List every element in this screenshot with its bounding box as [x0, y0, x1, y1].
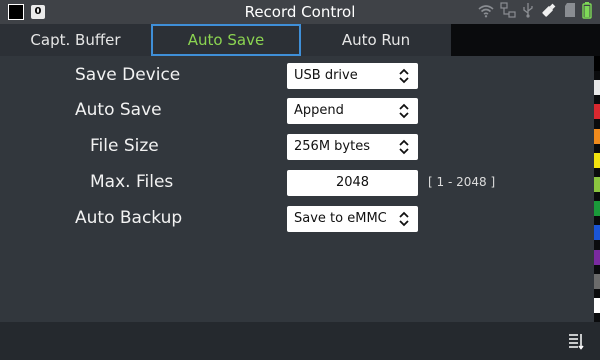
max-files-row: Max. Files 2048 [ 1 - 2048 ]	[0, 170, 594, 200]
up-down-chevron-icon	[399, 68, 409, 84]
settings-panel: Save Device USB drive Auto Save Append F…	[0, 56, 594, 322]
channel-color-swatch[interactable]	[594, 152, 600, 168]
channel-color-swatch[interactable]	[594, 128, 600, 144]
tab-auto-run[interactable]: Auto Run	[301, 24, 451, 56]
auto-backup-select[interactable]: Save to eMMC	[287, 206, 418, 232]
battery-icon	[582, 1, 592, 23]
sd-card-icon	[564, 2, 576, 22]
save-device-value: USB drive	[294, 68, 358, 83]
channel-color-swatch[interactable]	[594, 273, 600, 289]
channel-color-strip	[594, 56, 600, 322]
auto-save-row: Auto Save Append	[0, 98, 594, 128]
auto-backup-label: Auto Backup	[75, 208, 183, 228]
channel-color-swatch[interactable]	[594, 177, 600, 192]
file-size-label: File Size	[90, 136, 159, 156]
save-device-label: Save Device	[75, 65, 181, 85]
max-files-label: Max. Files	[90, 172, 174, 192]
auto-save-label: Auto Save	[75, 100, 162, 120]
tab-capt-buffer[interactable]: Capt. Buffer	[0, 24, 151, 56]
auto-save-select[interactable]: Append	[287, 98, 418, 124]
up-down-chevron-icon	[399, 211, 409, 227]
auto-backup-value: Save to eMMC	[294, 211, 387, 226]
auto-backup-row: Auto Backup Save to eMMC	[0, 206, 594, 236]
channel-color-swatch[interactable]	[594, 298, 600, 313]
network-icon	[500, 2, 516, 22]
save-device-row: Save Device USB drive	[0, 63, 594, 93]
tab-auto-save[interactable]: Auto Save	[151, 24, 301, 56]
bottom-bar	[0, 322, 600, 360]
auto-save-value: Append	[294, 103, 344, 118]
channel-color-swatch[interactable]	[594, 249, 600, 265]
up-down-chevron-icon	[399, 139, 409, 155]
file-size-row: File Size 256M bytes	[0, 134, 594, 164]
up-down-chevron-icon	[399, 103, 409, 119]
channel-color-swatch[interactable]	[594, 56, 600, 71]
max-files-range: [ 1 - 2048 ]	[428, 175, 496, 189]
file-size-value: 256M bytes	[294, 139, 370, 154]
wifi-icon	[478, 3, 494, 22]
menu-list-icon[interactable]	[568, 332, 584, 350]
channel-color-swatch[interactable]	[594, 201, 600, 217]
channel-color-swatch[interactable]	[594, 225, 600, 241]
channel-color-swatch[interactable]	[594, 104, 600, 120]
file-size-select[interactable]: 256M bytes	[287, 134, 418, 160]
title-bar: 0 Record Control	[0, 0, 600, 24]
save-device-select[interactable]: USB drive	[287, 63, 418, 89]
usb-drive-icon	[540, 2, 558, 22]
max-files-input[interactable]: 2048	[287, 170, 418, 196]
usb-icon	[522, 2, 534, 22]
status-icons	[478, 1, 592, 23]
channel-color-swatch[interactable]	[594, 80, 600, 96]
tab-bar: Capt. Buffer Auto Save Auto Run	[0, 24, 600, 56]
